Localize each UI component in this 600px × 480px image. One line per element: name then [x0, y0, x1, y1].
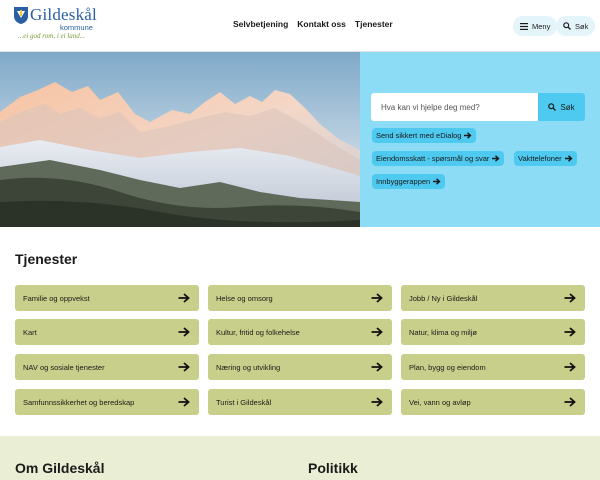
- quick-link-edialog[interactable]: Send sikkert med eDialog: [372, 128, 477, 143]
- nav-kontakt-oss[interactable]: Kontakt oss: [297, 19, 346, 29]
- logo-name: Gildeskål: [30, 5, 97, 24]
- service-tile[interactable]: Næring og utvikling: [208, 354, 392, 380]
- hero-search-panel: Søk Send sikkert med eDialog Eiendomsska…: [360, 52, 600, 227]
- service-tile[interactable]: Vei, vann og avløp: [401, 389, 585, 415]
- info-section: Om Gildeskål Politikk: [0, 436, 600, 480]
- menu-label: Meny: [532, 21, 551, 31]
- site-header: Gildeskål kommune ...ei god rom, i ei la…: [0, 0, 600, 52]
- quick-link-label: Vakttelefoner: [518, 154, 562, 163]
- arrow-right-icon: [371, 327, 383, 337]
- service-tile-label: Helse og omsorg: [216, 293, 273, 303]
- arrow-right-icon: [564, 327, 576, 337]
- site-logo[interactable]: Gildeskål kommune ...ei god rom, i ei la…: [14, 5, 100, 43]
- coat-of-arms-icon: [14, 7, 28, 24]
- arrow-right-icon: [564, 155, 573, 162]
- search-icon: [563, 22, 571, 30]
- service-tile-label: Familie og oppvekst: [23, 293, 90, 303]
- arrow-right-icon: [433, 178, 441, 185]
- politics-title: Politikk: [308, 460, 358, 476]
- service-tile-label: Plan, bygg og eiendom: [409, 362, 486, 372]
- arrow-right-icon: [371, 397, 383, 407]
- hero-search-field[interactable]: [371, 93, 538, 121]
- arrow-right-icon: [371, 362, 383, 372]
- arrow-right-icon: [178, 397, 190, 407]
- header-search-label: Søk: [575, 21, 589, 31]
- service-tile-label: Kart: [23, 327, 37, 337]
- service-tile[interactable]: Kart: [15, 319, 199, 345]
- service-tile-label: NAV og sosiale tjenester: [23, 362, 105, 372]
- service-tile[interactable]: Helse og omsorg: [208, 285, 392, 311]
- about-title: Om Gildeskål: [15, 460, 105, 476]
- quick-link-label: Innbyggerappen: [376, 177, 431, 186]
- logo-subtitle: kommune: [60, 23, 93, 32]
- arrow-right-icon: [178, 327, 190, 337]
- service-tile[interactable]: Turist i Gildeskål: [208, 389, 392, 415]
- arrow-right-icon: [564, 362, 576, 372]
- quick-link-label: Send sikkert med eDialog: [376, 131, 462, 140]
- arrow-right-icon: [492, 155, 500, 162]
- service-tile[interactable]: Jobb / Ny i Gildeskål: [401, 285, 585, 311]
- arrow-right-icon: [564, 293, 576, 303]
- service-tile-label: Kultur, fritid og folkehelse: [216, 327, 300, 337]
- service-tile[interactable]: Plan, bygg og eiendom: [401, 354, 585, 380]
- service-tile-label: Natur, klima og miljø: [409, 327, 477, 337]
- hamburger-icon: [520, 22, 528, 30]
- quick-link-eiendomsskatt[interactable]: Eiendomsskatt - spørsmål og svar: [372, 151, 505, 166]
- arrow-right-icon: [178, 362, 190, 372]
- main-nav: Selvbetjening Kontakt oss Tjenester: [233, 19, 393, 29]
- logo-slogan: ...ei god rom, i ei land...: [18, 32, 86, 40]
- arrow-right-icon: [178, 293, 190, 303]
- quick-link-vakttelefoner[interactable]: Vakttelefoner: [514, 151, 577, 166]
- hero-search-button-label: Søk: [560, 102, 575, 112]
- header-search-button[interactable]: Søk: [556, 16, 596, 36]
- quick-link-innbyggerappen[interactable]: Innbyggerappen: [372, 174, 446, 189]
- service-tile[interactable]: Samfunnssikkerhet og beredskap: [15, 389, 199, 415]
- service-tile-label: Næring og utvikling: [216, 362, 281, 372]
- service-tile-label: Samfunnssikkerhet og beredskap: [23, 397, 135, 407]
- search-icon: [548, 103, 557, 111]
- arrow-right-icon: [464, 132, 473, 139]
- service-tile[interactable]: NAV og sosiale tjenester: [15, 354, 199, 380]
- hero-search-button[interactable]: Søk: [538, 93, 585, 121]
- services-title: Tjenester: [15, 251, 78, 267]
- service-tile[interactable]: Familie og oppvekst: [15, 285, 199, 311]
- nav-tjenester[interactable]: Tjenester: [355, 19, 393, 29]
- arrow-right-icon: [564, 397, 576, 407]
- service-tile[interactable]: Kultur, fritid og folkehelse: [208, 319, 392, 345]
- hero-image: [0, 52, 360, 227]
- hero-search-input[interactable]: [372, 94, 537, 120]
- nav-selvbetjening[interactable]: Selvbetjening: [233, 19, 288, 29]
- service-tile[interactable]: Natur, klima og miljø: [401, 319, 585, 345]
- quick-link-label: Eiendomsskatt - spørsmål og svar: [376, 154, 490, 163]
- service-tile-label: Vei, vann og avløp: [409, 397, 471, 407]
- service-tile-label: Jobb / Ny i Gildeskål: [409, 293, 478, 303]
- service-tile-label: Turist i Gildeskål: [216, 397, 272, 407]
- arrow-right-icon: [371, 293, 383, 303]
- menu-button[interactable]: Meny: [513, 16, 558, 36]
